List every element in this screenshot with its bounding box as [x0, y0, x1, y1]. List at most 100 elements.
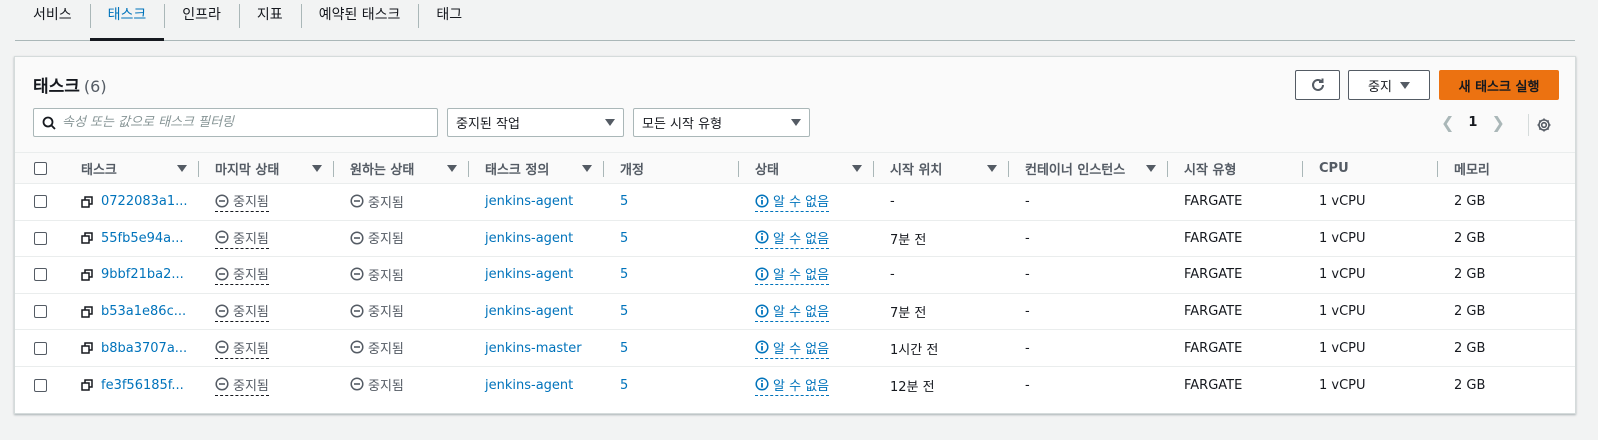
- tab-metrics[interactable]: 지표: [238, 0, 301, 40]
- tab-tasks[interactable]: 태스크: [89, 0, 165, 41]
- task-definition-link[interactable]: jenkins-agent: [485, 267, 573, 282]
- panel-title: 태스크 (6): [33, 72, 107, 97]
- task-id-link[interactable]: b53a1e86c...: [101, 304, 186, 319]
- revision-cell: 5: [604, 329, 739, 367]
- column-header-last-status[interactable]: 마지막 상태: [199, 153, 334, 184]
- revision-link[interactable]: 5: [620, 231, 628, 246]
- last-status[interactable]: 중지됨: [215, 338, 269, 359]
- column-header-container-instance[interactable]: 컨테이너 인스턴스: [1009, 153, 1168, 184]
- revision-link[interactable]: 5: [620, 378, 628, 393]
- popout-icon: [81, 269, 93, 281]
- task-definition-link[interactable]: jenkins-agent: [485, 304, 573, 319]
- status-filter-select[interactable]: 중지된 작업: [447, 108, 624, 137]
- tab-tags[interactable]: 태그: [418, 0, 480, 40]
- column-header-started[interactable]: 시작 위치: [874, 153, 1009, 184]
- sort-caret-icon: [582, 164, 592, 172]
- task-id-link[interactable]: 0722083a1...: [101, 194, 188, 209]
- select-all-checkbox[interactable]: [34, 161, 47, 175]
- sort-caret-icon: [177, 164, 187, 172]
- info-icon: [755, 194, 769, 208]
- task-id-link[interactable]: 9bbf21ba2...: [101, 267, 184, 282]
- tab-label: 지표: [256, 7, 283, 23]
- desired-status-cell: 중지됨: [334, 220, 469, 258]
- task-definition-cell: jenkins-agent: [469, 256, 604, 294]
- task-definition-link[interactable]: jenkins-agent: [485, 194, 573, 209]
- row-select-cell: [15, 329, 81, 367]
- last-status[interactable]: 중지됨: [215, 264, 269, 286]
- chevron-left-icon[interactable]: ❮: [1441, 113, 1454, 132]
- health-status[interactable]: 알 수 없음: [755, 264, 830, 286]
- cpu-cell: 1 vCPU: [1303, 293, 1438, 331]
- last-status[interactable]: 중지됨: [215, 191, 269, 213]
- column-header-cpu: CPU: [1303, 153, 1438, 184]
- stop-dropdown-button[interactable]: 중지: [1348, 70, 1430, 100]
- last-status-cell: 중지됨: [199, 293, 334, 331]
- run-new-task-button[interactable]: 새 태스크 실행: [1439, 70, 1559, 100]
- row-select-cell: [15, 220, 81, 258]
- task-id-link[interactable]: b8ba3707a...: [101, 341, 187, 356]
- memory-cell: 2 GB: [1438, 256, 1575, 294]
- row-checkbox[interactable]: [34, 231, 47, 245]
- row-checkbox[interactable]: [34, 378, 47, 392]
- health-status[interactable]: 알 수 없음: [755, 191, 830, 213]
- run-new-task-label: 새 태스크 실행: [1458, 79, 1540, 95]
- task-definition-cell: jenkins-master: [469, 329, 604, 367]
- memory-cell: 2 GB: [1438, 293, 1575, 331]
- health-status[interactable]: 알 수 없음: [755, 338, 830, 359]
- task-definition-link[interactable]: jenkins-agent: [485, 378, 573, 393]
- container-instance-cell: -: [1025, 377, 1030, 393]
- launch-type-cell: FARGATE: [1168, 183, 1303, 221]
- tab-label: 인프라: [182, 7, 221, 23]
- row-checkbox[interactable]: [34, 305, 47, 319]
- desired-status-cell: 중지됨: [334, 329, 469, 367]
- info-icon: [755, 267, 769, 281]
- tab-label: 예약된 태스크: [318, 7, 401, 23]
- popout-icon: [81, 342, 93, 354]
- search-input[interactable]: [62, 115, 422, 130]
- current-page[interactable]: 1: [1468, 115, 1477, 130]
- column-header-task-definition[interactable]: 태스크 정의: [469, 153, 604, 184]
- table-row: fe3f56185f... 중지됨 중지됨 jenkins-agent 5 알 수 없음 1…: [15, 366, 1575, 403]
- revision-link[interactable]: 5: [620, 194, 628, 209]
- chevron-right-icon[interactable]: ❯: [1491, 113, 1504, 132]
- task-definition-link[interactable]: jenkins-master: [485, 341, 582, 356]
- row-checkbox[interactable]: [34, 341, 47, 355]
- last-status[interactable]: 중지됨: [215, 228, 269, 249]
- sort-caret-icon: [1146, 164, 1156, 172]
- stopped-circle-icon: [350, 267, 364, 281]
- revision-link[interactable]: 5: [620, 267, 628, 282]
- column-header-desired-status[interactable]: 원하는 상태: [334, 153, 469, 184]
- launch-type-cell: FARGATE: [1168, 329, 1303, 367]
- health-cell: 알 수 없음: [739, 293, 874, 331]
- row-checkbox[interactable]: [34, 195, 47, 209]
- info-icon: [755, 340, 769, 354]
- health-status[interactable]: 알 수 없음: [755, 228, 830, 249]
- revision-link[interactable]: 5: [620, 341, 628, 356]
- task-id-link[interactable]: fe3f56185f...: [101, 378, 184, 393]
- last-status[interactable]: 중지됨: [215, 375, 269, 396]
- last-status[interactable]: 중지됨: [215, 301, 269, 323]
- refresh-button[interactable]: [1295, 70, 1340, 100]
- status-filter-value: 중지된 작업: [456, 117, 520, 132]
- tab-scheduled-tasks[interactable]: 예약된 태스크: [300, 0, 419, 40]
- info-icon: [755, 304, 769, 318]
- row-checkbox[interactable]: [34, 268, 47, 282]
- task-id-link[interactable]: 55fb5e94a...: [101, 231, 184, 246]
- stopped-circle-icon: [215, 194, 229, 208]
- tab-infrastructure[interactable]: 인프라: [164, 0, 239, 40]
- launch-type-filter-select[interactable]: 모든 시작 유형: [633, 108, 810, 137]
- container-instance-cell: -: [1009, 293, 1168, 331]
- tab-services[interactable]: 서비스: [15, 0, 90, 40]
- health-cell: 알 수 없음: [739, 183, 874, 221]
- column-header-task[interactable]: 태스크: [81, 153, 199, 184]
- revision-link[interactable]: 5: [620, 304, 628, 319]
- tab-label: 서비스: [33, 7, 72, 23]
- task-definition-link[interactable]: jenkins-agent: [485, 231, 573, 246]
- column-header-health[interactable]: 상태: [739, 153, 874, 184]
- health-status[interactable]: 알 수 없음: [755, 301, 830, 323]
- launch-type-filter-value: 모든 시작 유형: [642, 117, 723, 132]
- container-instance-cell: -: [1009, 329, 1168, 367]
- health-status[interactable]: 알 수 없음: [755, 375, 830, 396]
- desired-status-cell: 중지됨: [334, 293, 469, 331]
- preferences-button[interactable]: [1528, 114, 1550, 136]
